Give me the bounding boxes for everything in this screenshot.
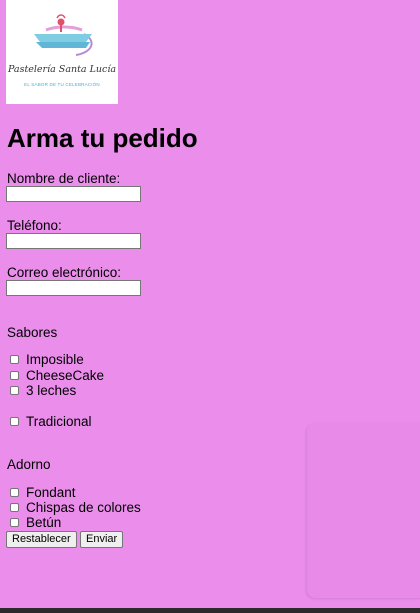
logo-tagline: EL SABOR DE TU CELEBRACIÓN <box>24 82 100 87</box>
phone-field[interactable] <box>6 233 141 249</box>
name-field[interactable] <box>6 186 141 202</box>
checkbox[interactable] <box>10 487 19 497</box>
flavors-heading: Sabores <box>7 325 58 340</box>
name-label: Nombre de cliente: <box>7 171 121 186</box>
flavor-option-3-leches[interactable]: 3 leches <box>10 382 77 398</box>
checkbox[interactable] <box>10 354 19 364</box>
email-field[interactable] <box>6 280 141 296</box>
decorations-heading: Adorno <box>7 457 51 472</box>
page-title: Arma tu pedido <box>7 123 198 153</box>
logo-name: Pastelería Santa Lucía <box>7 64 117 75</box>
decoration-option-fondant[interactable]: Fondant <box>10 484 76 500</box>
email-label: Correo electrónico: <box>7 265 122 280</box>
bakery-logo: Pastelería Santa Lucía EL SABOR DE TU CE… <box>6 0 118 104</box>
flavor-label: Imposible <box>26 351 84 367</box>
reset-button[interactable]: Restablecer <box>6 531 77 548</box>
flavor-label: 3 leches <box>26 382 77 398</box>
checkbox[interactable] <box>10 416 19 426</box>
flavor-label: Tradicional <box>26 413 92 429</box>
flavor-option-cheesecake[interactable]: CheeseCake <box>10 367 105 383</box>
decoration-option-chispas[interactable]: Chispas de colores <box>10 499 141 515</box>
bottom-bar <box>0 608 420 613</box>
flavor-option-tradicional[interactable]: Tradicional <box>10 413 92 429</box>
flavor-label: CheeseCake <box>26 367 105 383</box>
checkbox[interactable] <box>10 385 19 395</box>
side-panel <box>307 423 420 598</box>
cake-icon <box>34 14 93 56</box>
checkbox[interactable] <box>10 370 19 380</box>
phone-label: Teléfono: <box>7 218 62 233</box>
decoration-label: Chispas de colores <box>26 499 141 515</box>
checkbox[interactable] <box>10 502 19 512</box>
submit-button[interactable]: Enviar <box>80 531 124 548</box>
decoration-option-betun[interactable]: Betún <box>10 514 62 530</box>
decoration-label: Fondant <box>26 484 76 500</box>
checkbox[interactable] <box>10 517 19 527</box>
flavor-option-imposible[interactable]: Imposible <box>10 351 84 367</box>
decoration-label: Betún <box>26 514 62 530</box>
